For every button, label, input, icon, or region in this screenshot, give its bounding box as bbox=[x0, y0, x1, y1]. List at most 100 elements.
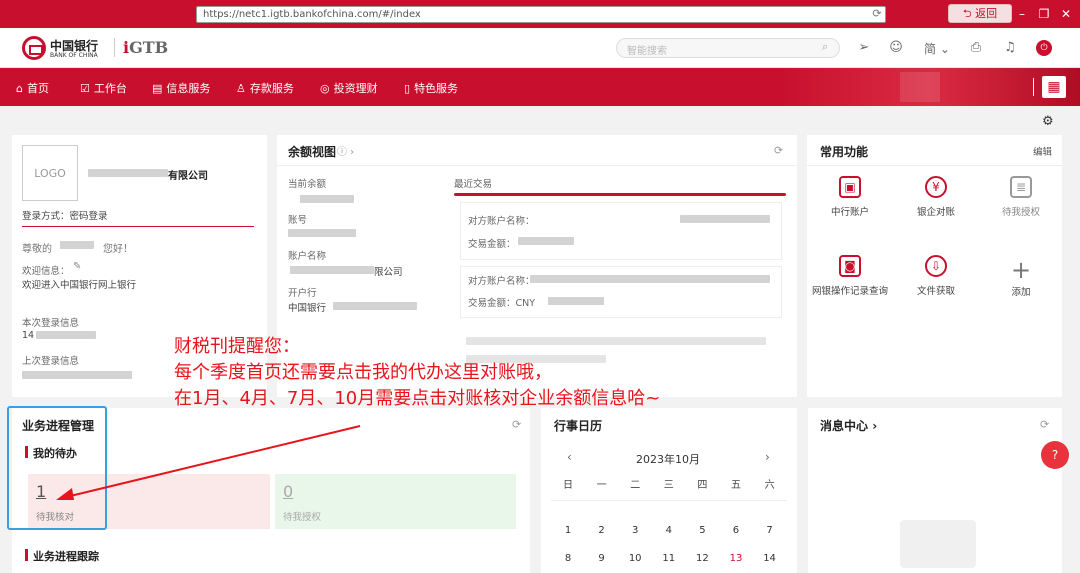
calendar-weekday: 一 bbox=[596, 480, 607, 491]
cloud-download-icon: ⇩ bbox=[925, 255, 947, 277]
refresh-icon[interactable]: ⟳ bbox=[1040, 418, 1049, 431]
help-button[interactable]: ? bbox=[1041, 441, 1069, 469]
divider bbox=[22, 226, 254, 227]
refresh-icon[interactable]: ⟳ bbox=[870, 7, 884, 21]
calendar-day[interactable]: 6 bbox=[726, 525, 746, 536]
empty-box-icon bbox=[900, 520, 976, 568]
divider bbox=[551, 500, 787, 501]
special-icon: ▯ bbox=[404, 81, 411, 95]
address-bar[interactable]: https://netc1.igtb.bankofchina.com/#/ind… bbox=[196, 6, 886, 23]
back-button[interactable]: ⮌ 返回 bbox=[948, 4, 1012, 23]
monitor-icon: ◙ bbox=[839, 255, 861, 277]
next-month-icon[interactable]: › bbox=[765, 450, 770, 464]
calendar-day[interactable]: 7 bbox=[760, 525, 780, 536]
calendar-title: 行事日历 bbox=[554, 419, 603, 433]
calendar-day[interactable]: 14 bbox=[760, 553, 780, 564]
func-boc-account[interactable]: ▣ 中行账户 bbox=[810, 176, 890, 218]
close-icon[interactable]: ✕ bbox=[1056, 4, 1076, 24]
edit-link[interactable]: 编辑 bbox=[1033, 144, 1052, 158]
common-title: 常用功能 bbox=[820, 145, 869, 159]
calendar-day[interactable]: 12 bbox=[692, 553, 712, 564]
nav-label: 存款服务 bbox=[249, 82, 294, 95]
refresh-icon[interactable]: ⟳ bbox=[512, 418, 521, 431]
func-op-record[interactable]: ◙ 网银操作记录查询 bbox=[810, 255, 890, 297]
search-input[interactable]: 智能搜索 bbox=[616, 38, 840, 58]
welcome-text: 欢迎进入中国银行网上银行 bbox=[22, 280, 137, 291]
message-title-text: 消息中心 bbox=[820, 419, 869, 433]
yuan-icon: ¥ bbox=[925, 176, 947, 198]
annotation-arrow bbox=[56, 425, 361, 500]
annotation-line: 每个季度首页还需要点击我的代办这里对账哦， bbox=[174, 362, 552, 383]
nav-workbench[interactable]: ☑ 工作台 bbox=[80, 80, 127, 96]
func-label: 文件获取 bbox=[916, 286, 955, 297]
calendar-day[interactable]: 4 bbox=[659, 525, 679, 536]
print-icon[interactable]: ⎙ bbox=[968, 40, 984, 56]
invest-icon: ◎ bbox=[320, 81, 330, 95]
search-icon[interactable]: ⌕ bbox=[822, 40, 828, 54]
calendar-month: 2023年10月 bbox=[636, 453, 700, 466]
nav-separator bbox=[1033, 78, 1034, 96]
nav-info-service[interactable]: ▤ 信息服务 bbox=[152, 80, 210, 96]
calendar-weekday: 四 bbox=[697, 480, 708, 491]
company-logo: LOGO bbox=[22, 145, 78, 201]
refresh-icon[interactable]: ⟳ bbox=[774, 144, 783, 157]
nav-deposit[interactable]: ♙ 存款服务 bbox=[236, 80, 294, 96]
tx2-amount-label: 交易金额：CNY bbox=[468, 298, 536, 309]
calendar-weekday: 二 bbox=[630, 480, 641, 491]
deposit-icon: ♙ bbox=[236, 81, 246, 95]
nav-special[interactable]: ▯ 特色服务 bbox=[404, 80, 458, 96]
info-icon[interactable]: ⓘ › bbox=[337, 143, 354, 158]
edit-icon[interactable]: ✎ bbox=[73, 261, 81, 272]
calendar-day[interactable]: 13 bbox=[726, 553, 746, 564]
info-icon: ▤ bbox=[152, 81, 163, 95]
divider bbox=[277, 165, 797, 166]
calendar-day[interactable]: 9 bbox=[592, 553, 612, 564]
annotation-line: 在1月、4月、7月、10月需要点击对账核对企业余额信息哈~ bbox=[174, 388, 661, 409]
minimize-icon[interactable]: – bbox=[1012, 4, 1032, 24]
calendar-day[interactable]: 3 bbox=[625, 525, 645, 536]
nav-label: 首页 bbox=[26, 82, 49, 95]
home-icon: ⌂ bbox=[16, 81, 23, 95]
func-file-get[interactable]: ⇩ 文件获取 bbox=[896, 255, 976, 297]
app-grid-icon[interactable]: ▦ bbox=[1042, 76, 1066, 98]
calendar-day[interactable]: 10 bbox=[625, 553, 645, 564]
calendar-day[interactable]: 5 bbox=[692, 525, 712, 536]
func-add[interactable]: + 添加 bbox=[981, 256, 1061, 298]
nav-investment[interactable]: ◎ 投资理财 bbox=[320, 80, 378, 96]
this-login-value: 14 bbox=[22, 330, 35, 341]
tx1-amount-label: 交易金额： bbox=[468, 239, 516, 250]
func-pending-auth[interactable]: ≣ 待我授权 bbox=[981, 176, 1061, 218]
calendar-row: 1 2 3 4 5 6 7 bbox=[558, 525, 780, 536]
func-label: 网银操作记录查询 bbox=[811, 286, 888, 297]
settings-icon[interactable]: ⚙ bbox=[1042, 114, 1054, 129]
send-icon[interactable]: ➢ bbox=[856, 40, 872, 56]
current-balance-label: 当前余额 bbox=[288, 179, 327, 190]
logout-icon[interactable]: ⏻ bbox=[1036, 40, 1052, 56]
calendar-day[interactable]: 11 bbox=[659, 553, 679, 564]
calendar-day[interactable]: 8 bbox=[558, 553, 578, 564]
plus-icon: + bbox=[1010, 256, 1032, 284]
calendar-row: 8 9 10 11 12 13 14 bbox=[558, 553, 780, 564]
func-label: 银企对账 bbox=[916, 207, 955, 218]
balance-title: 余额视图 bbox=[288, 145, 337, 159]
section-marker bbox=[25, 549, 28, 561]
language-select[interactable]: 简 ⌄ bbox=[924, 40, 950, 57]
func-reconcile[interactable]: ¥ 银企对账 bbox=[896, 176, 976, 218]
calendar-day[interactable]: 1 bbox=[558, 525, 578, 536]
message-title[interactable]: 消息中心 › bbox=[820, 417, 877, 434]
calendar-weekday: 六 bbox=[764, 480, 775, 491]
nav-home[interactable]: ⌂ 首页 bbox=[16, 80, 49, 96]
bell-icon[interactable]: ♫ bbox=[1002, 40, 1018, 56]
bank-value: 中国银行 bbox=[288, 303, 327, 314]
brand-en: BANK OF CHINA bbox=[50, 52, 98, 59]
nav-label: 信息服务 bbox=[166, 82, 211, 95]
restore-icon[interactable]: ❐ bbox=[1034, 4, 1054, 24]
tx-item-1[interactable] bbox=[460, 202, 782, 260]
nav-label: 投资理财 bbox=[333, 82, 378, 95]
nav-label: 工作台 bbox=[93, 82, 127, 95]
lang-label: 简 bbox=[924, 42, 937, 56]
calendar-day[interactable]: 2 bbox=[592, 525, 612, 536]
service-icon[interactable]: ☺ bbox=[888, 40, 904, 56]
func-label: 中行账户 bbox=[830, 207, 869, 218]
prev-month-icon[interactable]: ‹ bbox=[567, 450, 572, 464]
